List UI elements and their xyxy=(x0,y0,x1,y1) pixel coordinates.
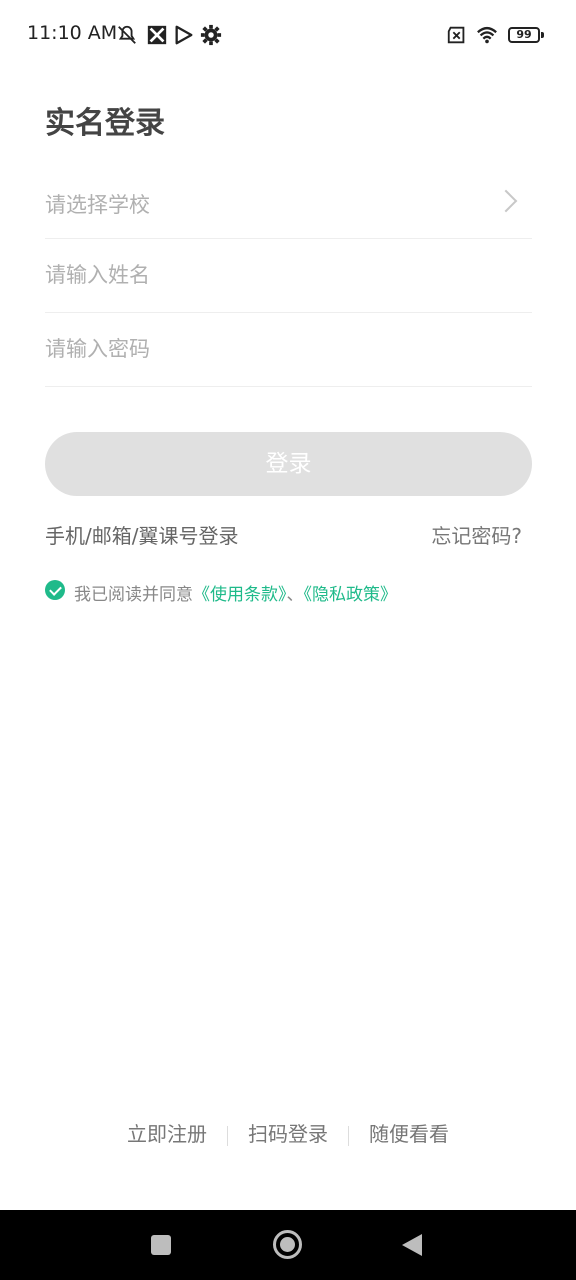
mute-icon xyxy=(118,25,136,44)
password-field-row xyxy=(45,313,532,387)
battery-icon: 99 xyxy=(508,27,540,43)
page-title: 实名登录 xyxy=(45,106,165,141)
name-field-row xyxy=(45,239,532,313)
login-button[interactable]: 登录 xyxy=(45,432,532,496)
home-button[interactable] xyxy=(273,1230,302,1259)
agreement-separator: 、 xyxy=(286,585,304,605)
register-link[interactable]: 立即注册 xyxy=(107,1118,227,1147)
scan-login-link[interactable]: 扫码登录 xyxy=(228,1118,348,1147)
settings-icon xyxy=(200,24,222,46)
sim-icon xyxy=(447,26,465,44)
forgot-password-link[interactable]: 忘记密码? xyxy=(431,520,522,549)
agreement-text: 我已阅读并同意《使用条款》、《隐私政策》 xyxy=(74,580,397,605)
school-select-placeholder: 请选择学校 xyxy=(45,193,150,217)
agreement-checkbox[interactable] xyxy=(45,580,65,600)
back-button[interactable] xyxy=(402,1234,422,1256)
wifi-icon xyxy=(477,26,497,44)
status-bar: 11:10 AM 99 xyxy=(0,0,576,70)
agreement-prefix: 我已阅读并同意 xyxy=(74,585,193,605)
login-screen: 11:10 AM 99 实名登录 请选择学校 请输入姓名 登录 手机/邮箱/翼课… xyxy=(0,0,576,1280)
system-nav-bar xyxy=(0,1210,576,1280)
browse-link[interactable]: 随便看看 xyxy=(349,1118,469,1147)
privacy-link[interactable]: 《隐私政策》 xyxy=(304,585,398,605)
recent-apps-button[interactable] xyxy=(151,1235,171,1255)
school-select[interactable]: 请选择学校 xyxy=(45,165,532,239)
alt-login-link[interactable]: 手机/邮箱/翼课号登录 xyxy=(45,520,238,549)
status-time: 11:10 AM xyxy=(27,22,118,44)
play-icon xyxy=(175,25,193,45)
chevron-right-icon xyxy=(494,189,518,213)
terms-link[interactable]: 《使用条款》 xyxy=(193,585,287,605)
battery-tip xyxy=(541,32,544,38)
password-input[interactable] xyxy=(45,327,485,371)
app-icon xyxy=(147,25,167,45)
footer-links: 立即注册 扫码登录 随便看看 xyxy=(0,1118,576,1147)
name-input[interactable] xyxy=(45,253,485,297)
